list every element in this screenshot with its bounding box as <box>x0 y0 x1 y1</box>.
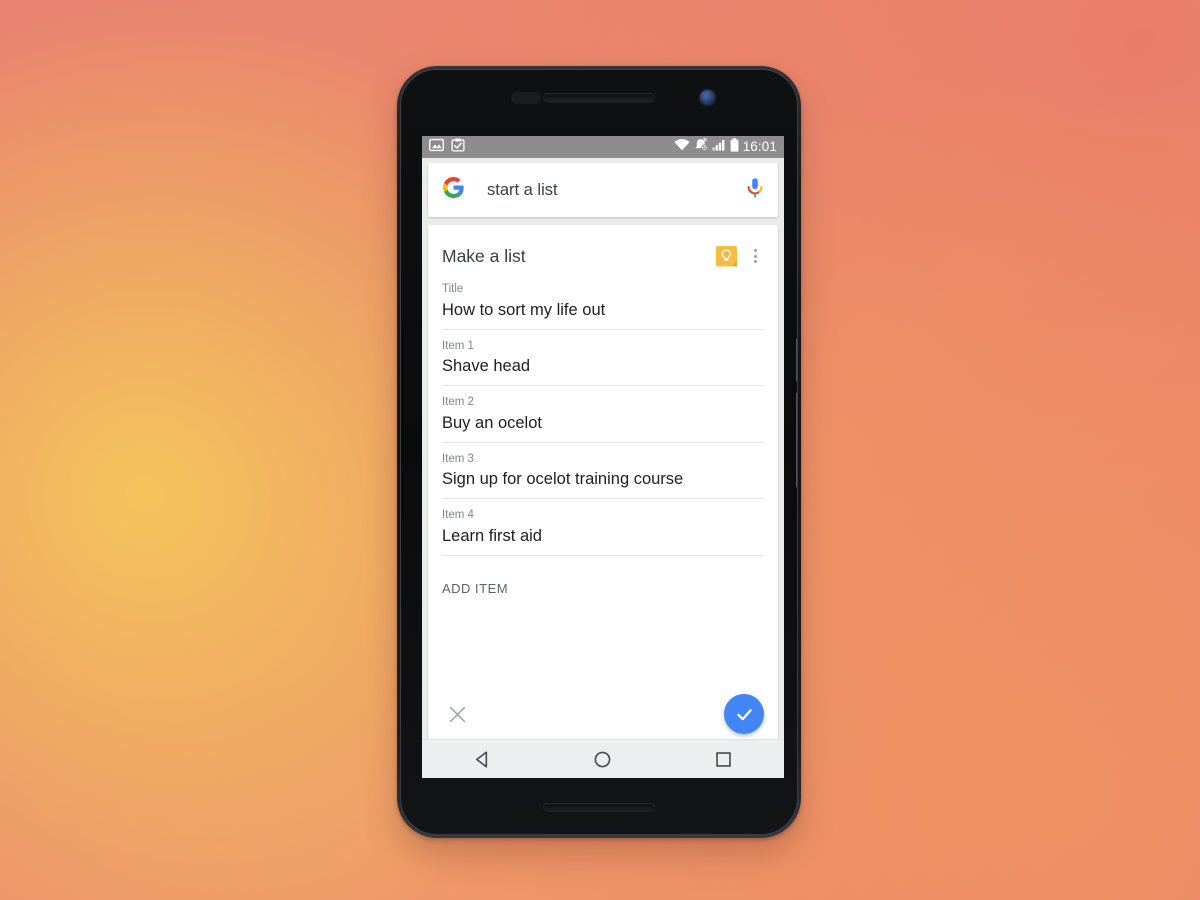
phone-bezel: 16:01 start a list Make a list Title How… <box>400 69 798 835</box>
google-logo <box>442 176 465 204</box>
google-keep-icon[interactable] <box>716 245 737 267</box>
microphone-icon[interactable] <box>746 177 764 204</box>
clipboard-check-notification-icon <box>451 137 465 157</box>
wallpaper-background: 16:01 start a list Make a list Title How… <box>0 0 1200 900</box>
card-title: Make a list <box>442 245 526 266</box>
wifi-icon <box>674 138 690 156</box>
cancel-button[interactable] <box>442 699 472 729</box>
volume-rocker[interactable] <box>796 392 797 488</box>
screenshot-notification-icon <box>429 138 444 157</box>
phone-screen: 16:01 start a list Make a list Title How… <box>422 136 784 778</box>
silent-mode-icon <box>694 137 708 156</box>
earpiece-speaker <box>543 93 655 102</box>
google-search-bar[interactable]: start a list <box>428 163 778 217</box>
status-bar-clock: 16:01 <box>742 139 777 155</box>
field-value[interactable]: Sign up for ocelot training course <box>442 467 764 493</box>
field-value[interactable]: Shave head <box>442 354 764 380</box>
make-a-list-card: Make a list Title How to sort my life ou… <box>428 225 778 749</box>
add-item-button[interactable]: ADD ITEM <box>442 556 764 596</box>
status-bar-system-icons: 16:01 <box>674 137 777 157</box>
field-label: Item 2 <box>442 396 474 408</box>
battery-icon <box>730 137 739 157</box>
field-item-1[interactable]: Item 1 Shave head <box>442 330 764 386</box>
android-navigation-bar <box>422 739 784 778</box>
field-label: Title <box>442 283 464 295</box>
bottom-speaker <box>543 803 655 812</box>
card-actions <box>442 693 764 735</box>
phone-device: 16:01 start a list Make a list Title How… <box>397 66 801 838</box>
field-title[interactable]: Title How to sort my life out <box>442 273 764 330</box>
status-bar: 16:01 <box>422 136 784 158</box>
field-value[interactable]: Learn first aid <box>442 524 764 550</box>
field-label: Item 3 <box>442 452 474 465</box>
search-input[interactable]: start a list <box>487 181 746 200</box>
field-item-3[interactable]: Item 3 Sign up for ocelot training cours… <box>442 443 764 499</box>
field-label: Item 1 <box>442 339 474 352</box>
home-circle-icon[interactable] <box>573 740 633 778</box>
cell-signal-icon <box>712 138 726 156</box>
more-options-icon[interactable] <box>746 245 764 267</box>
front-camera <box>700 90 715 105</box>
field-item-4[interactable]: Item 4 Learn first aid <box>442 499 764 556</box>
power-button[interactable] <box>796 338 797 382</box>
card-header: Make a list <box>442 239 764 273</box>
proximity-sensor <box>511 92 541 104</box>
status-bar-notifications <box>429 137 465 157</box>
field-label: Item 4 <box>442 509 474 521</box>
field-value[interactable]: Buy an ocelot <box>442 411 764 437</box>
field-item-2[interactable]: Item 2 Buy an ocelot <box>442 386 764 443</box>
back-triangle-icon[interactable] <box>452 740 512 778</box>
field-value[interactable]: How to sort my life out <box>442 298 764 324</box>
recents-square-icon[interactable] <box>694 740 754 778</box>
confirm-button[interactable] <box>724 694 764 734</box>
